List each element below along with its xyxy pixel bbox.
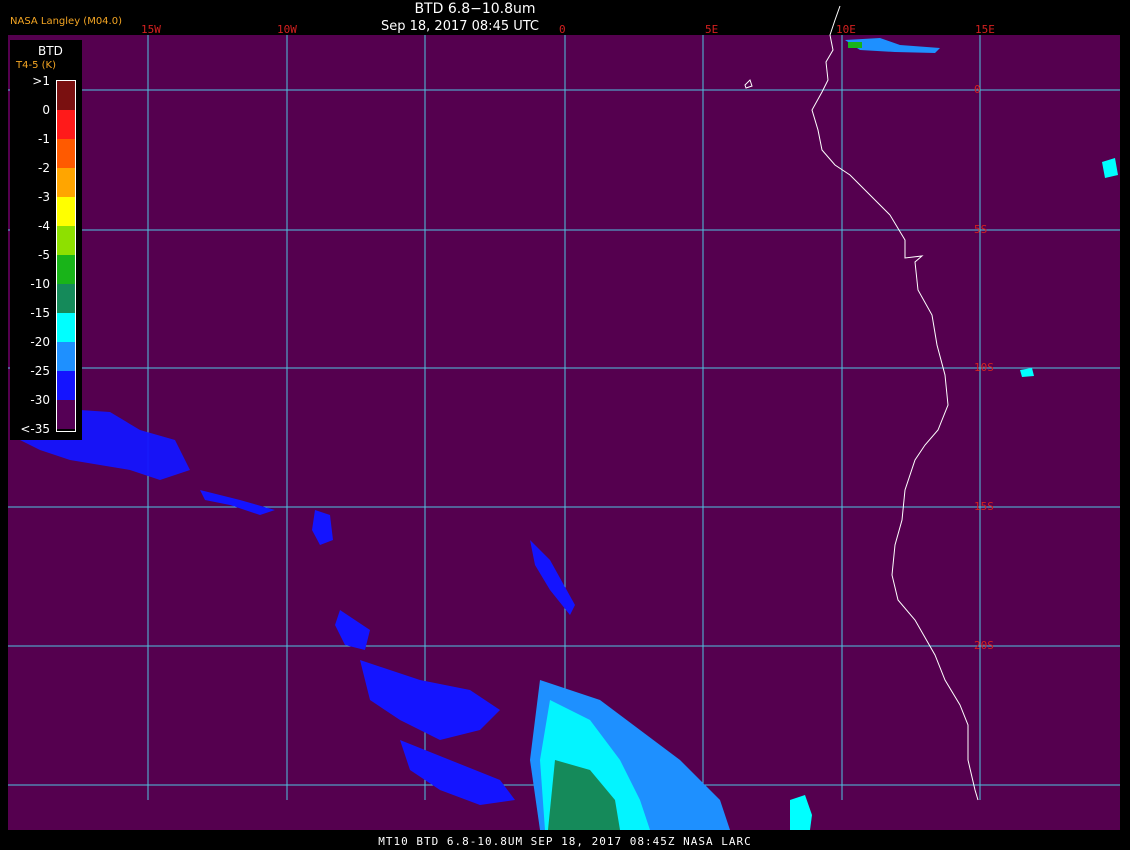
legend-unit: T4-5 (K) [16, 60, 56, 71]
legend-level-label: -25 [30, 364, 50, 378]
legend-level-label: -4 [38, 219, 50, 233]
legend-level-label: 0 [42, 103, 50, 117]
legend-swatch [57, 371, 75, 400]
lon-label-10w: 10W [277, 23, 297, 36]
legend-level-label: -20 [30, 335, 50, 349]
satellite-map [0, 0, 1130, 850]
footer-caption: MT10 BTD 6.8-10.8UM SEP 18, 2017 08:45Z … [378, 835, 752, 848]
legend-level-label: -15 [30, 306, 50, 320]
datetime-label: Sep 18, 2017 08:45 UTC [380, 19, 540, 34]
chart-title: BTD 6.8−10.8um [414, 1, 536, 17]
lat-label-0: 0 [974, 83, 981, 96]
lon-label-5e: 5E [705, 23, 719, 36]
lon-label-15e: 15E [975, 23, 995, 36]
legend-level-label: -3 [38, 190, 50, 204]
lat-label-10s: 10S [974, 361, 994, 374]
lat-label-15s: 15S [974, 500, 994, 513]
color-bar [56, 80, 76, 432]
legend-level-label: -5 [38, 248, 50, 262]
legend-swatch [57, 400, 75, 429]
lon-label-0: 0 [559, 23, 566, 36]
legend-swatch [57, 139, 75, 168]
legend-level-label: -30 [30, 393, 50, 407]
legend-level-label: <-35 [20, 422, 50, 436]
lon-label-15w: 15W [141, 23, 161, 36]
legend-level-label: >1 [32, 74, 50, 88]
color-legend: BTD T4-5 (K) >1 0 -1 -2 -3 -4 -5 -10 -15 -20 -25 -3… [10, 40, 82, 440]
organization-label: NASA Langley (M04.0) [10, 16, 122, 27]
legend-swatch [57, 81, 75, 110]
lon-label-10e: 10E [836, 23, 856, 36]
legend-swatch [57, 313, 75, 342]
legend-swatch [57, 226, 75, 255]
legend-swatch [57, 168, 75, 197]
legend-level-label: -10 [30, 277, 50, 291]
legend-swatch [57, 197, 75, 226]
legend-level-label: -2 [38, 161, 50, 175]
legend-swatch [57, 342, 75, 371]
legend-level-label: -1 [38, 132, 50, 146]
legend-swatch [57, 255, 75, 284]
legend-swatch [57, 110, 75, 139]
legend-title: BTD [38, 44, 63, 58]
lat-label-5s: 5S [974, 223, 988, 236]
legend-swatch [57, 284, 75, 313]
lat-label-20s: 20S [974, 639, 994, 652]
